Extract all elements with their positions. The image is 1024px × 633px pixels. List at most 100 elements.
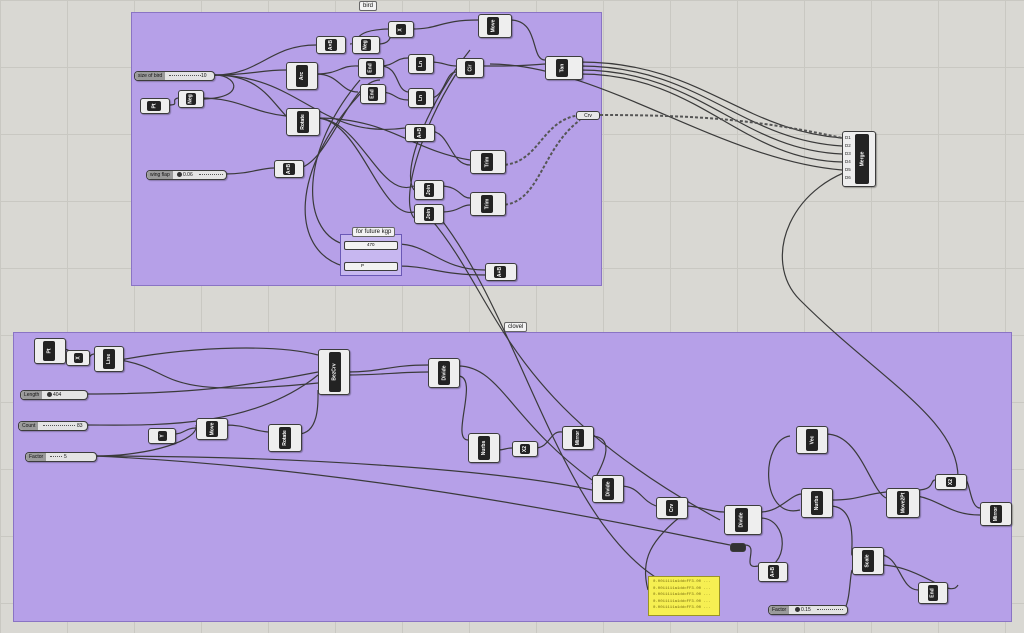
component-title: Crv bbox=[669, 503, 675, 513]
component-title: Mirror bbox=[993, 506, 1000, 522]
component-title: Rotate bbox=[300, 114, 306, 130]
x-vector-component[interactable]: X bbox=[388, 21, 414, 38]
component-title: Join bbox=[426, 184, 432, 196]
component-title: X bbox=[398, 27, 404, 32]
slider-knob[interactable] bbox=[177, 172, 182, 177]
relay-node[interactable] bbox=[730, 543, 746, 552]
addition-component[interactable]: A+B bbox=[758, 562, 788, 582]
line-component[interactable]: Ln bbox=[408, 88, 434, 108]
component-title: Pt bbox=[151, 103, 157, 109]
wing-flap-slider[interactable]: wing flap 0.06 bbox=[146, 170, 227, 180]
move-component[interactable]: Move bbox=[478, 14, 512, 38]
slider-track bbox=[817, 609, 843, 610]
negative-component[interactable]: Neg bbox=[178, 90, 204, 108]
y-vector-component[interactable]: Y bbox=[148, 428, 176, 444]
point-component[interactable]: Pt bbox=[140, 98, 170, 114]
length-slider[interactable]: Length 404 bbox=[20, 390, 88, 400]
component-title: Arc bbox=[299, 71, 305, 81]
component-title: Pt bbox=[46, 348, 52, 354]
join-component[interactable]: Join bbox=[414, 180, 444, 200]
vector-component[interactable]: Vec bbox=[796, 426, 828, 454]
negative-component[interactable]: Neg bbox=[352, 36, 380, 54]
end-points-component[interactable]: End bbox=[918, 582, 948, 604]
curve-parameter[interactable]: Crv bbox=[576, 111, 600, 120]
component-title: Cir bbox=[466, 64, 473, 72]
future-b-value: P bbox=[361, 263, 365, 268]
trim-component[interactable]: Trim bbox=[470, 192, 506, 216]
component-title: Mirror bbox=[575, 430, 582, 446]
circle-component[interactable]: Cir bbox=[456, 58, 484, 78]
component-title: Trim bbox=[484, 198, 490, 210]
factor-slider[interactable]: Factor 5 bbox=[25, 452, 97, 462]
x-vector-component[interactable]: X2 bbox=[935, 474, 967, 490]
component-title: A+B bbox=[497, 266, 503, 278]
divide-curve-component[interactable]: Divide bbox=[428, 358, 460, 388]
nurbs-curve-component[interactable]: Nurbs bbox=[801, 488, 833, 518]
component-title: Rotate bbox=[282, 430, 288, 446]
mirror-component[interactable]: Mirror bbox=[980, 502, 1012, 526]
move-to-point-component[interactable]: Move2Pt bbox=[886, 488, 920, 518]
line-component[interactable]: Ln bbox=[408, 54, 434, 74]
addition-component[interactable]: A+B bbox=[405, 124, 435, 142]
nurbs-curve-component[interactable]: Nurbs bbox=[468, 433, 500, 463]
panel-line: 0.0011111a1ddcFF3.00 ... bbox=[653, 580, 711, 584]
slider-knob[interactable] bbox=[795, 607, 800, 612]
mirror-component[interactable]: Mirror bbox=[562, 426, 594, 450]
component-title: X2 bbox=[522, 445, 528, 453]
x-vector-component[interactable]: X bbox=[66, 350, 90, 366]
x-vector-component[interactable]: X2 bbox=[512, 441, 538, 457]
scale-component[interactable]: Scale bbox=[852, 547, 884, 575]
future-number-slider-a[interactable]: 470 bbox=[344, 241, 398, 250]
trim-component[interactable]: Trim bbox=[470, 150, 506, 174]
future-a-value: 470 bbox=[367, 242, 375, 247]
slider-track bbox=[169, 75, 201, 76]
bezier-curve-component[interactable]: BezCrv bbox=[318, 349, 350, 395]
count-label: Count bbox=[19, 422, 39, 430]
tangent-component[interactable]: Tan bbox=[545, 56, 583, 80]
component-title: Neg bbox=[187, 94, 194, 104]
join-component[interactable]: Join bbox=[414, 204, 444, 224]
factor-slider[interactable]: Factor 0.15 bbox=[768, 605, 848, 615]
axb-component[interactable]: A×B bbox=[316, 36, 346, 54]
count-value: 83 bbox=[77, 423, 83, 429]
curve-parameter-label: Crv bbox=[584, 112, 592, 119]
component-title: BezCrv bbox=[332, 363, 339, 381]
axb-component[interactable]: A×B bbox=[274, 160, 304, 178]
size-of-bird-slider[interactable]: size of bird 10 bbox=[134, 71, 215, 81]
component-title: X2 bbox=[948, 478, 954, 486]
component-title: Nurbs bbox=[814, 495, 821, 511]
output-panel[interactable]: 0.0011111a1ddcFF3.00 ... 0.0011111a1ddcF… bbox=[648, 576, 720, 616]
move-component[interactable]: Move bbox=[196, 418, 228, 440]
component-title: Y bbox=[159, 434, 166, 438]
clovel-group[interactable] bbox=[13, 332, 1012, 622]
component-title: A×B bbox=[286, 163, 292, 175]
size-of-bird-value: 10 bbox=[201, 73, 207, 79]
slider-track bbox=[50, 456, 62, 457]
addition-component[interactable]: A+B bbox=[485, 263, 517, 281]
rotate-component[interactable]: Rotate bbox=[286, 108, 320, 136]
count-slider[interactable]: Count 83 bbox=[18, 421, 88, 431]
end-points-component[interactable]: End bbox=[358, 58, 384, 78]
length-value: 404 bbox=[53, 392, 62, 398]
divide-curve-component[interactable]: Divide bbox=[724, 505, 762, 535]
panel-line: 0.0011111a1ddcFF3.00 ... bbox=[653, 593, 711, 597]
component-title: A×B bbox=[328, 39, 334, 51]
factor-label: Factor bbox=[769, 606, 790, 614]
curve-point-component[interactable]: Crv bbox=[656, 497, 688, 519]
slider-knob[interactable] bbox=[47, 392, 52, 397]
divide-curve-component[interactable]: Divide bbox=[592, 475, 624, 503]
future-number-slider-b[interactable]: P bbox=[344, 262, 398, 271]
end-points-component[interactable]: End bbox=[360, 84, 386, 104]
line-sdl-component[interactable]: Line bbox=[94, 346, 124, 372]
component-title: Tan bbox=[559, 63, 565, 73]
component-title: A+B bbox=[417, 127, 423, 139]
arc-component[interactable]: Arc bbox=[286, 62, 318, 90]
rotate-component[interactable]: Rotate bbox=[268, 424, 302, 452]
component-title: Merge bbox=[859, 151, 866, 167]
component-title: Scale bbox=[865, 554, 872, 568]
component-title: Ln bbox=[417, 60, 424, 68]
point-component[interactable]: Pt bbox=[34, 338, 66, 364]
panel-line: 0.0011111a1ddcFF3.00 ... bbox=[653, 606, 711, 610]
component-title: Move2Pt bbox=[900, 492, 906, 514]
merge-component[interactable]: D1 D2 D3 D4 D5 D6 Merge bbox=[842, 131, 876, 187]
